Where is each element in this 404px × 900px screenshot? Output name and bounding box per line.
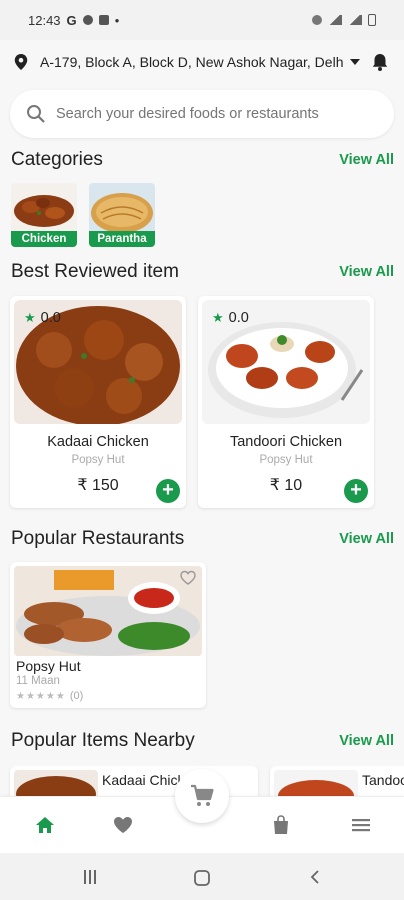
view-all-link[interactable]: View All xyxy=(339,264,394,280)
delivery-address[interactable]: A-179, Block A, Block D, New Ashok Nagar… xyxy=(40,54,344,70)
wifi-icon xyxy=(312,15,322,25)
food-card[interactable]: ★ 0.0 Kadaai Chicken Popsy Hut ₹ 150 + xyxy=(10,296,186,508)
signal-icon xyxy=(328,15,342,25)
best-reviewed-list: ★ 0.0 Kadaai Chicken Popsy Hut ₹ 150 + ★… xyxy=(0,296,404,508)
restaurant-rating: ★★★★★ (0) xyxy=(16,690,83,702)
category-label: Chicken xyxy=(11,231,77,247)
nearby-item-card[interactable]: Tandoori Chicken xyxy=(270,766,404,796)
bag-icon[interactable] xyxy=(270,814,292,836)
dot-icon: ● xyxy=(114,15,120,25)
view-all-link[interactable]: View All xyxy=(339,733,394,749)
signal-icon-2 xyxy=(348,15,362,25)
search-input[interactable] xyxy=(56,106,378,122)
view-all-link[interactable]: View All xyxy=(339,152,394,168)
location-pin-icon xyxy=(14,54,28,70)
category-chicken[interactable]: Chicken xyxy=(11,183,77,247)
star-icon: ★ xyxy=(212,310,224,325)
section-title: Popular Restaurants xyxy=(11,528,185,549)
food-image xyxy=(274,770,358,796)
food-card[interactable]: ★ 0.0 Tandoori Chicken Popsy Hut ₹ 10 + xyxy=(198,296,374,508)
battery-icon xyxy=(368,14,376,26)
view-all-link[interactable]: View All xyxy=(339,531,394,547)
category-list: Chicken Parantha xyxy=(0,183,404,247)
rating-badge: ★ 0.0 xyxy=(212,310,249,326)
message-icon xyxy=(98,15,109,25)
categories-header: Categories View All xyxy=(0,149,404,171)
status-bar: 12:43 G ● xyxy=(0,0,404,40)
system-navigation-bar xyxy=(0,853,404,900)
food-name: Tandoori Chicken xyxy=(229,434,343,450)
notification-dot-icon xyxy=(82,15,93,25)
restaurant-name: Popsy Hut xyxy=(259,454,313,466)
search-bar[interactable] xyxy=(10,90,394,138)
cart-icon xyxy=(191,784,214,806)
best-reviewed-header: Best Reviewed item View All xyxy=(0,261,404,283)
category-label: Parantha xyxy=(89,231,155,247)
google-icon: G xyxy=(66,12,77,28)
recent-apps-icon[interactable] xyxy=(82,869,98,885)
home-button-icon[interactable] xyxy=(193,869,211,887)
bell-icon[interactable] xyxy=(370,52,390,72)
section-title: Popular Items Nearby xyxy=(11,730,195,751)
search-icon xyxy=(27,105,45,123)
section-title: Best Reviewed item xyxy=(11,261,179,282)
food-name: Tandoori Chicken xyxy=(362,772,404,788)
star-icon: ★ xyxy=(24,310,36,325)
heart-outline-icon[interactable] xyxy=(180,570,196,586)
popular-restaurants-header: Popular Restaurants View All xyxy=(0,528,404,550)
back-icon[interactable] xyxy=(308,869,322,885)
add-to-cart-button[interactable]: + xyxy=(156,479,180,503)
restaurant-image xyxy=(14,566,202,656)
home-icon[interactable] xyxy=(34,814,56,836)
heart-icon[interactable] xyxy=(112,814,134,836)
rating-badge: ★ 0.0 xyxy=(24,310,61,326)
review-count: (0) xyxy=(69,690,84,702)
menu-icon[interactable] xyxy=(350,814,372,836)
restaurant-name: Popsy Hut xyxy=(16,658,81,674)
status-time: 12:43 xyxy=(28,12,61,28)
cart-button[interactable] xyxy=(175,769,229,823)
food-name: Kadaai Chicken xyxy=(47,434,149,450)
chevron-down-icon[interactable] xyxy=(350,59,360,65)
star-rating-icons: ★★★★★ xyxy=(16,691,66,702)
address-bar[interactable]: A-179, Block A, Block D, New Ashok Nagar… xyxy=(0,40,404,84)
restaurant-name: Popsy Hut xyxy=(71,454,125,466)
section-title: Categories xyxy=(11,149,103,170)
restaurant-card[interactable]: Popsy Hut 11 Maan ★★★★★ (0) xyxy=(10,562,206,708)
rating-value: 0.0 xyxy=(40,310,61,326)
restaurant-location: 11 Maan xyxy=(16,675,60,687)
popular-nearby-header: Popular Items Nearby View All xyxy=(0,730,404,752)
category-parantha[interactable]: Parantha xyxy=(89,183,155,247)
add-to-cart-button[interactable]: + xyxy=(344,479,368,503)
food-image xyxy=(14,770,98,796)
rating-value: 0.0 xyxy=(228,310,249,326)
